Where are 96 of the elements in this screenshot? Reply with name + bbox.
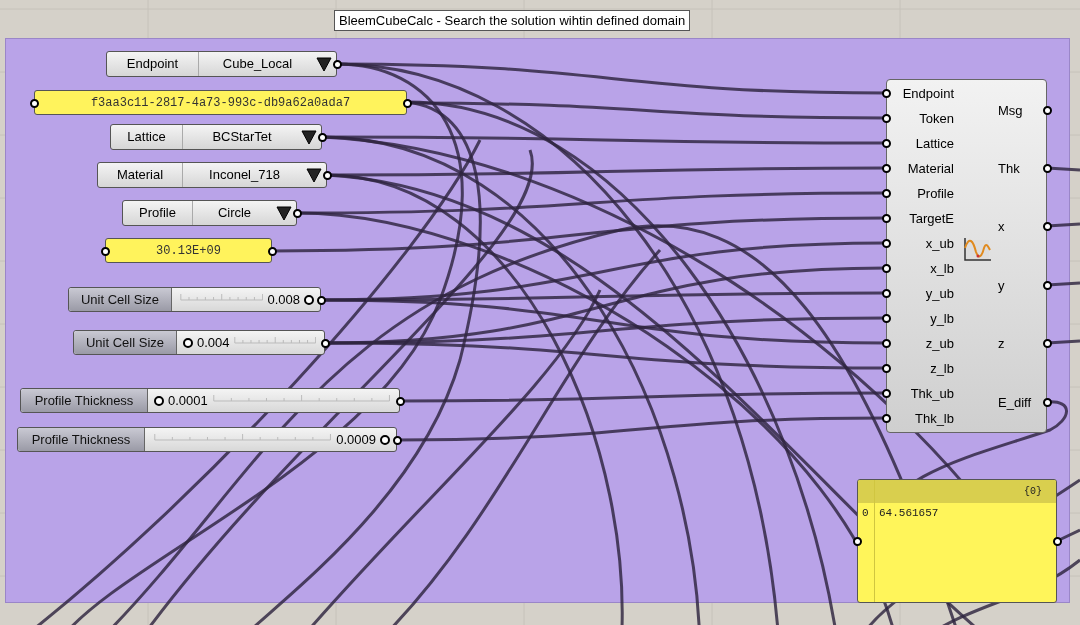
input-parameter[interactable]: Thk_lb xyxy=(914,412,954,425)
value-list[interactable]: Profile Circle xyxy=(122,200,297,226)
input-parameter[interactable]: y_lb xyxy=(930,312,954,325)
output-grip[interactable] xyxy=(267,246,277,256)
value-list[interactable]: Endpoint Cube_Local xyxy=(106,51,337,77)
input-grip[interactable] xyxy=(881,413,891,423)
dropdown-caret-icon[interactable] xyxy=(276,205,292,221)
input-parameter[interactable]: TargetE xyxy=(909,212,954,225)
output-grip[interactable] xyxy=(320,338,330,348)
value-list-value: BCStarTet xyxy=(211,128,273,147)
output-grip[interactable] xyxy=(1052,536,1062,546)
output-grip[interactable] xyxy=(332,59,342,69)
value-list-value: Inconel_718 xyxy=(208,166,281,185)
row-index: 0 xyxy=(861,506,870,521)
slider-thumb[interactable] xyxy=(304,295,314,305)
dropdown-caret-icon[interactable] xyxy=(316,56,332,72)
input-parameter[interactable]: y_ub xyxy=(925,287,954,300)
input-parameter[interactable]: Token xyxy=(919,112,954,125)
output-parameter[interactable]: Msg xyxy=(998,104,1023,117)
output-parameter[interactable]: z xyxy=(998,337,1005,350)
input-grip[interactable] xyxy=(881,238,891,248)
number-slider[interactable]: Unit Cell Size 0.008 xyxy=(68,287,321,312)
value-list-label: Lattice xyxy=(111,125,183,149)
value-list[interactable]: Lattice BCStarTet xyxy=(110,124,322,150)
value-list-label: Endpoint xyxy=(107,52,199,76)
output-grip[interactable] xyxy=(395,396,405,406)
number-slider[interactable]: Profile Thickness 0.0009 xyxy=(17,427,397,452)
slider-thumb[interactable] xyxy=(183,338,193,348)
slider-thumb[interactable] xyxy=(154,396,164,406)
tooltip: BleemCubeCalc - Search the solution wihtin defined domain xyxy=(334,10,691,31)
input-grip[interactable] xyxy=(881,338,891,348)
output-grip[interactable] xyxy=(1042,163,1052,173)
input-parameter[interactable]: Lattice xyxy=(915,137,954,150)
slider-label: Unit Cell Size xyxy=(69,288,172,311)
text-panel[interactable]: f3aa3c11-2817-4a73-993c-db9a62a0ada7 xyxy=(34,90,407,115)
input-grip[interactable] xyxy=(100,246,110,256)
slider-label: Profile Thickness xyxy=(18,428,145,451)
calc-component[interactable]: Endpoint Token Lattice Material Profile TargetE x_ub x_lb y_ub y_lb z_ub z_lb Thk_ub Thk_lb Msg Thk x y z E_diff xyxy=(886,79,1047,433)
input-parameter[interactable]: Material xyxy=(907,162,954,175)
slider-label: Profile Thickness xyxy=(21,389,148,412)
input-grip[interactable] xyxy=(881,263,891,273)
input-grip[interactable] xyxy=(881,88,891,98)
output-parameter[interactable]: x xyxy=(998,220,1005,233)
input-grip[interactable] xyxy=(881,188,891,198)
input-grip[interactable] xyxy=(852,536,862,546)
dropdown-caret-icon[interactable] xyxy=(301,129,317,145)
value-list-label: Profile xyxy=(123,201,193,225)
output-grip[interactable] xyxy=(1042,338,1052,348)
panel-text: 30.13E+09 xyxy=(156,242,221,260)
number-slider[interactable]: Unit Cell Size 0.004 xyxy=(73,330,325,355)
slider-track[interactable]: 0.0001 xyxy=(154,389,393,412)
slider-track[interactable]: 0.008 xyxy=(178,288,314,311)
output-grip[interactable] xyxy=(317,132,327,142)
value-list-value: Circle xyxy=(216,204,253,223)
output-grip[interactable] xyxy=(292,208,302,218)
text-panel[interactable]: 30.13E+09 xyxy=(105,238,272,263)
value-list-label: Material xyxy=(98,163,183,187)
output-panel[interactable]: {0} 0 64.561657 xyxy=(857,479,1057,603)
output-parameter[interactable]: E_diff xyxy=(998,396,1031,409)
panel-value: 64.561657 xyxy=(878,506,939,521)
output-grip[interactable] xyxy=(1042,221,1052,231)
output-grip[interactable] xyxy=(1042,105,1052,115)
input-parameter[interactable]: x_ub xyxy=(925,237,954,250)
input-grip[interactable] xyxy=(881,363,891,373)
slider-track[interactable]: 0.0009 xyxy=(151,428,390,451)
output-grip[interactable] xyxy=(402,98,412,108)
input-grip[interactable] xyxy=(881,113,891,123)
input-parameter[interactable]: z_ub xyxy=(925,337,954,350)
input-parameter[interactable]: Endpoint xyxy=(902,87,954,100)
panel-text: f3aa3c11-2817-4a73-993c-db9a62a0ada7 xyxy=(90,94,351,112)
slider-label: Unit Cell Size xyxy=(74,331,177,354)
input-parameter[interactable]: Profile xyxy=(917,187,954,200)
input-grip[interactable] xyxy=(881,288,891,298)
input-parameter[interactable]: z_lb xyxy=(930,362,954,375)
value-list-value: Cube_Local xyxy=(221,55,294,74)
slider-track[interactable]: 0.004 xyxy=(183,331,318,354)
output-grip[interactable] xyxy=(1042,280,1052,290)
output-grip[interactable] xyxy=(392,435,402,445)
output-grip[interactable] xyxy=(1042,397,1052,407)
output-parameter[interactable]: y xyxy=(998,279,1005,292)
data-path: {0} xyxy=(1024,485,1042,499)
input-grip[interactable] xyxy=(881,313,891,323)
input-grip[interactable] xyxy=(881,213,891,223)
input-grip[interactable] xyxy=(881,163,891,173)
input-grip[interactable] xyxy=(881,388,891,398)
number-slider[interactable]: Profile Thickness 0.0001 xyxy=(20,388,400,413)
dropdown-caret-icon[interactable] xyxy=(306,167,322,183)
input-grip[interactable] xyxy=(29,98,39,108)
input-grip[interactable] xyxy=(881,138,891,148)
input-parameter[interactable]: Thk_ub xyxy=(910,387,954,400)
slider-thumb[interactable] xyxy=(380,435,390,445)
output-grip[interactable] xyxy=(316,295,326,305)
input-parameter[interactable]: x_lb xyxy=(930,262,954,275)
output-parameter[interactable]: Thk xyxy=(998,162,1020,175)
output-grip[interactable] xyxy=(322,170,332,180)
value-list[interactable]: Material Inconel_718 xyxy=(97,162,327,188)
